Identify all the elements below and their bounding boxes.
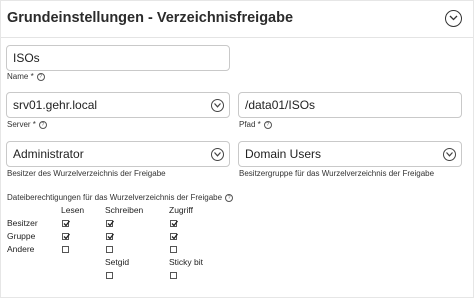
server-label: Server *? [7,120,47,129]
checkbox-setgid[interactable] [106,272,113,279]
setgid-label: Setgid [105,257,130,267]
help-icon[interactable]: ? [263,121,272,129]
owner-select[interactable]: Administrator [6,141,230,167]
checkbox-other-read[interactable] [62,246,69,253]
row-other-label: Andere [7,244,35,254]
panel-header[interactable]: Grundeinstellungen - Verzeichnisfreigabe [1,1,473,37]
column-access: Zugriff [169,205,193,215]
chevron-down-icon[interactable] [211,99,224,112]
column-write: Schreiben [105,205,144,215]
panel-title: Grundeinstellungen - Verzeichnisfreigabe [7,10,294,26]
owner-group-select[interactable]: Domain Users [238,141,462,167]
checkbox-owner-read[interactable] [62,220,71,227]
owner-value: Administrator [13,147,84,161]
header-divider [1,37,473,38]
help-icon[interactable]: ? [225,194,234,202]
path-input[interactable]: /data01/ISOs [238,92,462,118]
owner-group-value: Domain Users [245,147,322,161]
column-read: Lesen [61,205,85,215]
row-group-label: Gruppe [7,231,36,241]
permissions-label: Dateiberechtigungen für das Wurzelverzei… [7,193,234,202]
owner-label: Besitzer des Wurzelverzeichnis der Freig… [7,169,166,178]
permissions-label-text: Dateiberechtigungen für das Wurzelverzei… [7,193,223,202]
server-label-text: Server * [7,120,36,129]
chevron-down-icon[interactable] [211,148,224,161]
checkbox-other-write[interactable] [106,246,113,253]
row-owner-label: Besitzer [7,218,38,228]
server-select[interactable]: srv01.gehr.local [6,92,230,118]
checkbox-group-access[interactable] [170,233,179,240]
path-label-text: Pfad * [239,120,261,129]
help-icon[interactable]: ? [38,121,47,129]
path-label: Pfad *? [239,120,272,129]
checkbox-other-access[interactable] [170,246,177,253]
name-input[interactable]: ISOs [6,45,230,71]
collapse-button[interactable] [445,10,462,27]
help-icon[interactable]: ? [36,73,45,81]
checkbox-group-read[interactable] [62,233,71,240]
checkbox-group-write[interactable] [106,233,115,240]
chevron-down-icon [449,15,458,21]
settings-panel: Grundeinstellungen - Verzeichnisfreigabe… [0,0,474,298]
owner-group-label: Besitzergruppe für das Wurzelverzeichnis… [239,169,435,178]
name-value: ISOs [13,51,40,65]
checkbox-sticky-bit[interactable] [170,272,177,279]
name-label: Name *? [7,72,45,81]
name-label-text: Name * [7,72,34,81]
path-value: /data01/ISOs [245,98,316,112]
chevron-down-icon[interactable] [443,148,456,161]
sticky-bit-label: Sticky bit [169,257,204,267]
server-value: srv01.gehr.local [13,98,98,112]
checkbox-owner-write[interactable] [106,220,115,227]
checkbox-owner-access[interactable] [170,220,179,227]
